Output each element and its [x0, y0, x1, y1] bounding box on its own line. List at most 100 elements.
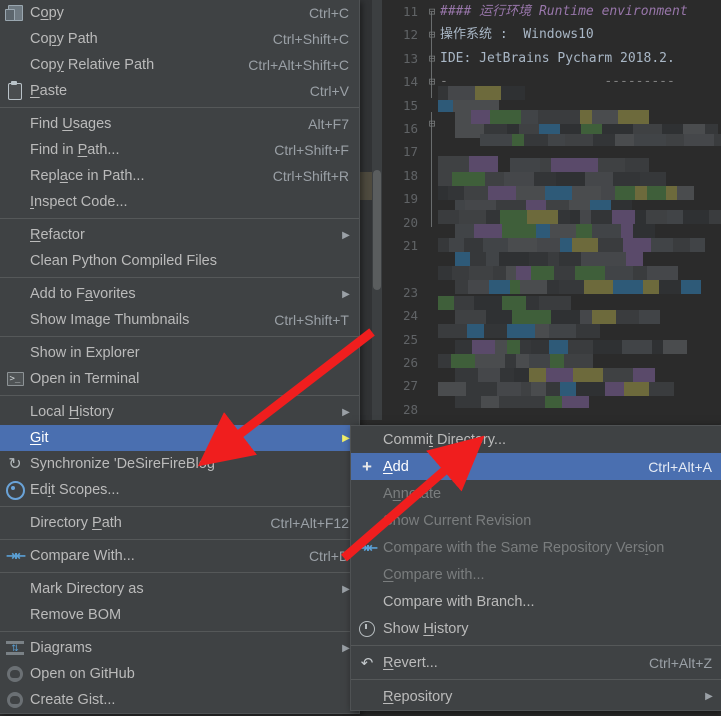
- paste-icon: [8, 80, 22, 100]
- menu-item-copy-relative-path[interactable]: Copy Relative Path Ctrl+Alt+Shift+C: [0, 52, 359, 78]
- menu-item-find-usages[interactable]: Find Usages Alt+F7: [0, 111, 359, 137]
- menu-separator: [0, 107, 359, 108]
- censored-block: [516, 266, 531, 280]
- menu-item-mark-directory-as[interactable]: Mark Directory as ▶: [0, 576, 359, 602]
- censored-block: [484, 324, 507, 338]
- censored-block: [467, 324, 484, 338]
- editor-scrollbar[interactable]: [372, 0, 382, 420]
- menu-item-create-gist[interactable]: Create Gist...: [0, 687, 359, 713]
- compare-icon: ⇥⇤: [358, 539, 378, 555]
- censored-block: [468, 310, 486, 324]
- menu-item-shortcut: Ctrl+Shift+C: [272, 31, 349, 47]
- git-menu-item-revert[interactable]: ↶ Revert... Ctrl+Alt+Z: [351, 649, 721, 676]
- git-menu-item-add[interactable]: + Add Ctrl+Alt+A: [351, 453, 721, 480]
- menu-item-label: Directory Path: [30, 515, 122, 531]
- menu-item-label: Commit Directory...: [383, 431, 506, 448]
- menu-item-label: Add to Favorites: [30, 286, 136, 302]
- censored-block: [613, 172, 640, 186]
- line-number: 24: [402, 308, 418, 324]
- censored-block: [618, 110, 649, 124]
- menu-item-compare-with[interactable]: ⇥⇤ Compare With... Ctrl+D: [0, 543, 359, 569]
- censored-block: [455, 110, 471, 124]
- fold-marker-icon[interactable]: ⊟: [426, 70, 438, 93]
- censored-block: [438, 186, 448, 200]
- menu-item-replace-in-path[interactable]: Replace in Path... Ctrl+Shift+R: [0, 163, 359, 189]
- censored-block: [438, 100, 453, 112]
- censored-block: [613, 280, 643, 294]
- git-submenu[interactable]: Commit Directory... + Add Ctrl+Alt+A Annotat…: [350, 425, 721, 711]
- censored-block: [556, 172, 585, 186]
- menu-item-inspect-code[interactable]: Inspect Code...: [0, 189, 359, 215]
- censored-block: [684, 134, 714, 146]
- menu-item-git[interactable]: Git ▶: [0, 425, 359, 451]
- censored-block: [531, 340, 549, 354]
- censored-block: [575, 266, 605, 280]
- censored-block: [550, 296, 571, 310]
- censored-block: [564, 354, 593, 368]
- censored-block: [683, 210, 709, 224]
- censored-block: [550, 224, 576, 238]
- censored-block: [504, 172, 534, 186]
- fold-marker-icon[interactable]: ⊟: [426, 112, 438, 135]
- menu-item-open-in-terminal[interactable]: >_ Open in Terminal: [0, 366, 359, 392]
- editor-change-marker: [360, 172, 372, 200]
- censored-block: [580, 110, 592, 124]
- context-menu[interactable]: ✂CutCtrl+XCopyCtrl+CCopy PathCtrl+Shift+…: [0, 0, 360, 714]
- menu-item-synchronize-desirefireblog[interactable]: ↻ Synchronize 'DeSireFireBlog': [0, 451, 359, 477]
- censored-block: [527, 210, 558, 224]
- menu-item-diagrams[interactable]: ⇅ Diagrams ▶: [0, 635, 359, 661]
- menu-item-remove-bom[interactable]: Remove BOM: [0, 602, 359, 628]
- fold-marker-icon[interactable]: ⊟: [426, 23, 438, 46]
- menu-item-label: Edit Scopes...: [30, 482, 120, 498]
- censored-block: [635, 210, 646, 224]
- censored-block: [516, 186, 545, 200]
- menu-item-find-in-path[interactable]: Find in Path... Ctrl+Shift+F: [0, 137, 359, 163]
- git-menu-item-show-history[interactable]: Show History: [351, 615, 721, 642]
- menu-item-copy-path[interactable]: Copy Path Ctrl+Shift+C: [0, 26, 359, 52]
- censored-block: [464, 238, 483, 252]
- menu-item-label: Find in Path...: [30, 142, 120, 158]
- menu-item-icon: [0, 80, 30, 100]
- censored-block: [452, 266, 469, 280]
- menu-item-label: Compare with the Same Repository Version: [383, 539, 665, 556]
- censored-block: [615, 186, 635, 200]
- menu-item-copy[interactable]: Copy Ctrl+C: [0, 0, 359, 26]
- menu-item-refactor[interactable]: Refactor ▶: [0, 222, 359, 248]
- line-number: 21: [402, 238, 418, 253]
- scrollbar-thumb[interactable]: [373, 170, 381, 290]
- menu-item-icon: [0, 666, 30, 682]
- code-line-11: #### 运行环境 Runtime environment: [440, 4, 688, 19]
- submenu-arrow-icon: ▶: [342, 288, 350, 300]
- menu-item-directory-path[interactable]: Directory Path Ctrl+Alt+F12: [0, 510, 359, 536]
- censored-block: [651, 238, 673, 252]
- menu-item-label: Remove BOM: [30, 607, 122, 623]
- censored-block: [469, 266, 493, 280]
- fold-marker-icon[interactable]: ⊟: [426, 0, 438, 23]
- menu-item-show-in-explorer[interactable]: Show in Explorer: [0, 340, 359, 366]
- censored-block: [659, 280, 681, 294]
- menu-item-local-history[interactable]: Local History ▶: [0, 399, 359, 425]
- menu-item-edit-scopes[interactable]: Edit Scopes...: [0, 477, 359, 503]
- menu-item-label: Diagrams: [30, 640, 93, 656]
- menu-item-clean-python-compiled-files[interactable]: Clean Python Compiled Files: [0, 248, 359, 274]
- menu-item-label: Open on GitHub: [30, 666, 135, 682]
- menu-item-icon: +: [351, 458, 383, 475]
- censored-block: [471, 172, 485, 186]
- menu-item-label: Add: [383, 458, 409, 475]
- menu-item-show-image-thumbnails[interactable]: Show Image Thumbnails Ctrl+Shift+T: [0, 307, 359, 333]
- menu-item-label: Show Image Thumbnails: [30, 312, 190, 328]
- menu-item-add-to-favorites[interactable]: Add to Favorites ▶: [0, 281, 359, 307]
- menu-item-open-on-github[interactable]: Open on GitHub: [0, 661, 359, 687]
- fold-marker-icon[interactable]: ⊟: [426, 47, 438, 70]
- git-menu-item-compare-with-branch[interactable]: Compare with Branch...: [351, 588, 721, 615]
- sync-icon: ↻: [8, 456, 22, 473]
- censored-block: [475, 86, 501, 100]
- censored-block: [514, 368, 529, 382]
- git-menu-item-repository[interactable]: Repository ▶: [351, 683, 721, 710]
- git-menu-item-commit-directory[interactable]: Commit Directory...: [351, 426, 721, 453]
- censored-block: [438, 266, 452, 280]
- censored-block: [464, 186, 488, 200]
- menu-item-paste[interactable]: Paste Ctrl+V: [0, 78, 359, 104]
- line-number: 16: [402, 121, 418, 136]
- menu-item-label: Compare With...: [30, 548, 135, 564]
